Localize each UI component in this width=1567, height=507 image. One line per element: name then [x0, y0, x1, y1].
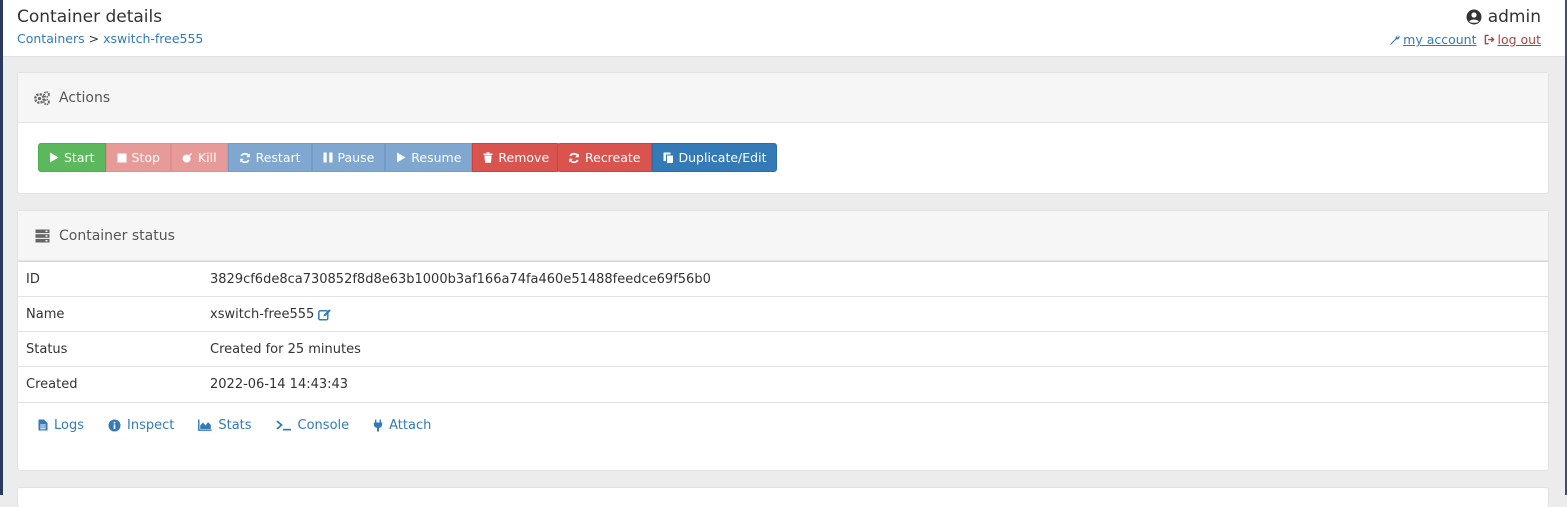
attach-link[interactable]: Attach [373, 418, 431, 433]
bomb-icon [182, 153, 192, 163]
copy-icon [663, 152, 674, 164]
table-row: Name xswitch-free555 [18, 296, 1548, 332]
actions-body: Start Stop Kill Restart Pause Resume Rem… [18, 123, 1548, 193]
console-label: Console [297, 417, 350, 433]
plug-icon [373, 419, 383, 431]
quick-links-row: Logs Inspect Stats Console Attach [18, 401, 1548, 470]
lifecycle-button-group: Start Stop Kill Restart Pause Resume Rem… [38, 143, 561, 172]
kill-button[interactable]: Kill [170, 143, 228, 172]
breadcrumb-current-link[interactable]: xswitch-free555 [103, 31, 203, 46]
actions-title: Actions [59, 89, 111, 106]
user-circle-icon [1466, 9, 1482, 25]
row-key: ID [18, 261, 202, 297]
my-account-link[interactable]: my account [1389, 32, 1477, 47]
file-icon [38, 419, 48, 431]
stop-icon [117, 153, 127, 162]
breadcrumb-containers-link[interactable]: Containers [17, 31, 85, 46]
duplicate-edit-label: Duplicate/Edit [678, 150, 767, 165]
logs-label: Logs [54, 417, 84, 433]
start-label: Start [64, 150, 95, 165]
pause-label: Pause [337, 150, 375, 165]
container-status-header: Container status [18, 211, 1548, 261]
remove-label: Remove [498, 150, 550, 165]
remove-button[interactable]: Remove [472, 143, 561, 172]
quick-links: Logs Inspect Stats Console Attach [38, 418, 431, 433]
my-account-label: my account [1403, 32, 1477, 47]
play-icon [397, 152, 406, 163]
inspect-link[interactable]: Inspect [108, 418, 174, 433]
console-link[interactable]: Console [275, 417, 350, 433]
container-name-value: xswitch-free555 [210, 306, 315, 322]
duplicate-edit-button[interactable]: Duplicate/Edit [651, 143, 778, 172]
stats-label: Stats [218, 417, 252, 433]
user-name-label: admin [1487, 7, 1541, 27]
pause-icon [323, 152, 333, 163]
container-status-panel: Container status ID 3829cf6de8ca730852f8… [17, 210, 1549, 471]
attach-label: Attach [389, 417, 432, 433]
actions-panel: Actions Start Stop Kill Restart Pause Re… [17, 72, 1549, 194]
stop-label: Stop [131, 150, 160, 165]
stats-link[interactable]: Stats [198, 417, 252, 433]
resume-label: Resume [411, 150, 462, 165]
play-icon [50, 152, 59, 163]
info-circle-icon [108, 419, 121, 431]
recreate-label: Recreate [585, 150, 641, 165]
container-status-title: Container status [59, 227, 175, 244]
sign-out-icon [1484, 34, 1495, 45]
page-title: Container details [17, 7, 163, 27]
next-panel [17, 487, 1549, 507]
row-value: Created for 25 minutes [202, 331, 1548, 367]
row-key: Created [18, 366, 202, 402]
logs-link[interactable]: Logs [38, 418, 84, 433]
area-chart-icon [198, 419, 212, 431]
row-key: Name [18, 296, 202, 332]
row-value: 3829cf6de8ca730852f8d8e63b1000b3af166a74… [202, 261, 1548, 297]
restart-button[interactable]: Restart [227, 143, 312, 172]
pause-button[interactable]: Pause [311, 143, 386, 172]
kill-label: Kill [197, 150, 217, 165]
terminal-icon [275, 420, 291, 431]
stop-button[interactable]: Stop [105, 143, 171, 172]
status-table: ID 3829cf6de8ca730852f8d8e63b1000b3af166… [18, 261, 1548, 402]
refresh-icon [569, 152, 579, 163]
recreate-button[interactable]: Recreate [557, 143, 652, 172]
refresh-icon [239, 152, 250, 163]
user-box: admin my account log out [1389, 7, 1541, 47]
user-name: admin [1389, 7, 1541, 27]
inspect-label: Inspect [127, 417, 175, 433]
table-row: Status Created for 25 minutes [18, 331, 1548, 367]
breadcrumb-separator: > [88, 31, 100, 46]
resume-button[interactable]: Resume [385, 143, 473, 172]
actions-header: Actions [18, 73, 1548, 123]
start-button[interactable]: Start [38, 143, 106, 172]
server-icon [33, 227, 51, 245]
recreate-button-group: Recreate Duplicate/Edit [557, 143, 778, 172]
logout-label: log out [1497, 32, 1542, 47]
table-row: Created 2022-06-14 14:43:43 [18, 366, 1548, 402]
breadcrumb: Containers > xswitch-free555 [17, 31, 203, 46]
user-links: my account log out [1389, 32, 1541, 47]
cogs-icon [33, 89, 51, 107]
left-edge-bar [0, 0, 3, 495]
wrench-icon [1390, 35, 1400, 45]
trash-icon [483, 152, 493, 163]
top-bar: Container details Containers > xswitch-f… [3, 0, 1565, 57]
row-value: xswitch-free555 [202, 296, 1548, 332]
logout-link[interactable]: log out [1484, 32, 1542, 47]
restart-label: Restart [255, 150, 301, 165]
edit-icon[interactable] [318, 308, 332, 321]
row-key: Status [18, 331, 202, 367]
table-row: ID 3829cf6de8ca730852f8d8e63b1000b3af166… [18, 261, 1548, 297]
row-value: 2022-06-14 14:43:43 [202, 366, 1548, 402]
